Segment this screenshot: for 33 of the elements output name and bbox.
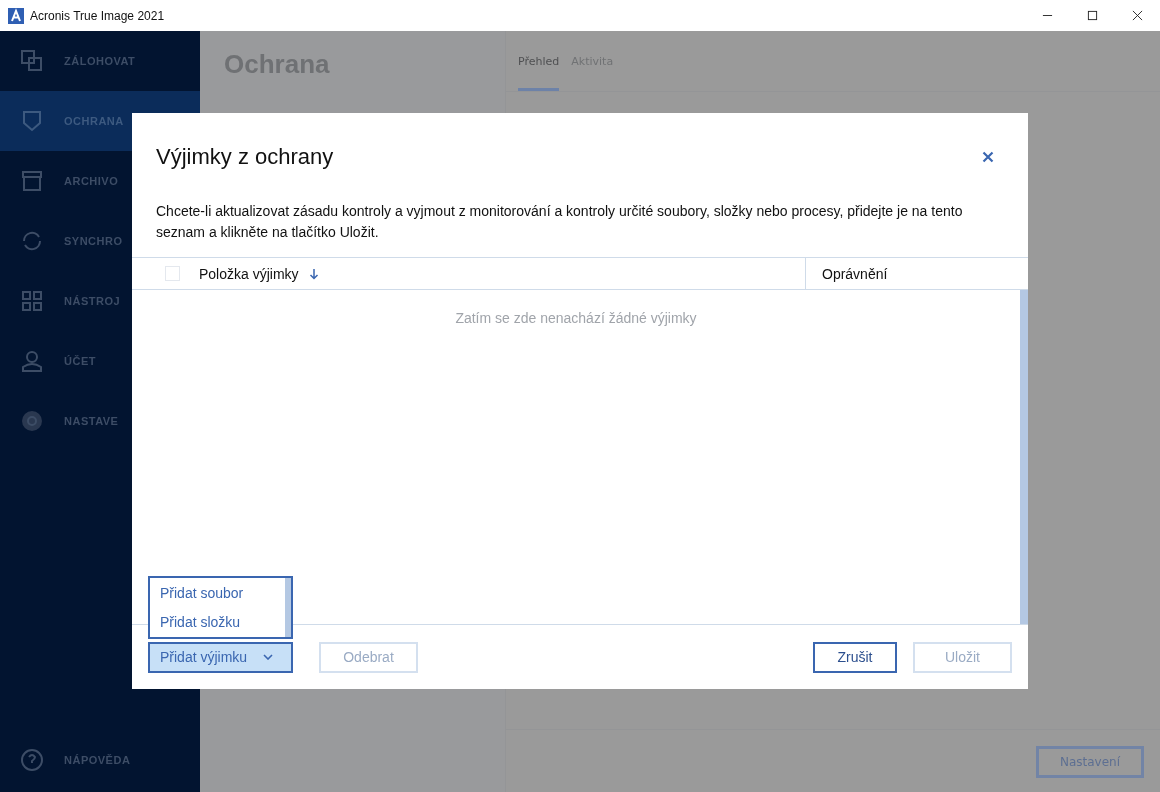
- column-header[interactable]: Oprávnění: [822, 265, 888, 282]
- grid-icon: [20, 289, 44, 313]
- person-icon: [20, 349, 44, 373]
- help-item[interactable]: NÁPOVĚDA: [0, 730, 200, 790]
- select-all-checkbox[interactable]: [165, 266, 180, 281]
- column-header[interactable]: Položka výjimky: [199, 265, 299, 282]
- sort-down-icon[interactable]: [308, 267, 319, 280]
- shield-icon: [20, 109, 44, 133]
- menu-item[interactable]: Přidat soubor: [160, 584, 285, 601]
- window-title: Acronis True Image 2021: [30, 8, 165, 23]
- scrollbar[interactable]: [285, 578, 291, 637]
- chevron-down-icon: [263, 654, 274, 660]
- tab[interactable]: Přehled: [518, 55, 560, 91]
- box-icon: [20, 169, 44, 193]
- close-icon[interactable]: [982, 151, 994, 163]
- menu-item[interactable]: Přidat složku: [160, 614, 285, 631]
- scrollbar[interactable]: [1020, 290, 1028, 624]
- sync-icon: [20, 229, 44, 253]
- dialog-description: Chcete-li aktualizovat zásadu kontroly a vyjmout z monitorování a kontroly určité soubory, složky nebo procesy, přidejte je na tento seznam a klikněte na tlačítko Uložit.: [156, 202, 964, 242]
- close-icon[interactable]: [1132, 10, 1143, 21]
- dialog-button[interactable]: Zrušit: [813, 641, 897, 673]
- app-logo-icon: [8, 7, 24, 24]
- sidebar-item[interactable]: NÁSTROJ: [0, 271, 200, 331]
- sidebar-item[interactable]: ÚČET: [0, 331, 200, 391]
- settings-button[interactable]: Nastavení: [1036, 746, 1144, 778]
- sidebar-item[interactable]: ZÁLOHOVAT: [0, 31, 200, 91]
- sidebar-item[interactable]: NASTAVE: [0, 391, 200, 451]
- gear-icon: [20, 409, 44, 433]
- question-icon: [20, 748, 44, 772]
- empty-message: Zatím se zde nenachází žádné výjimky: [455, 310, 697, 326]
- add-exception-button[interactable]: Přidat výjimku: [148, 641, 293, 673]
- copies-icon: [20, 49, 44, 73]
- maximize-icon[interactable]: [1087, 10, 1098, 21]
